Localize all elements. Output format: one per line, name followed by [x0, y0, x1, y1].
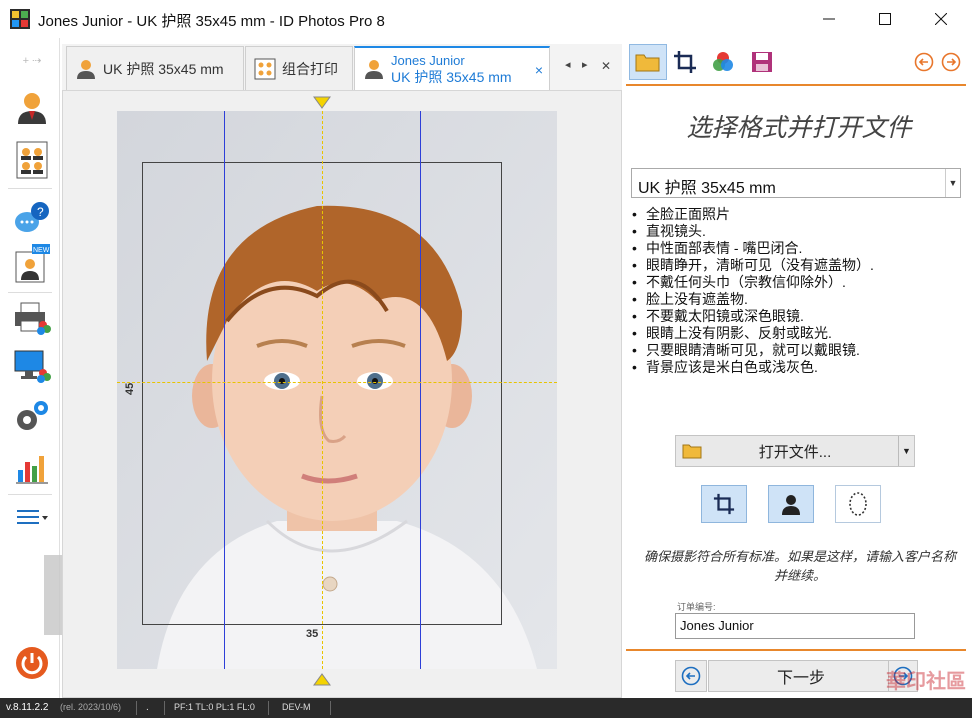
color-icon[interactable]: [704, 44, 742, 80]
svg-text:?: ?: [37, 205, 44, 219]
window-title: Jones Junior - UK 护照 35x45 mm - ID Photo…: [38, 13, 385, 30]
top-handle-icon[interactable]: [313, 95, 331, 109]
minimize-icon: [823, 18, 835, 20]
folder-icon: [682, 444, 702, 459]
svg-text:NEW: NEW: [33, 247, 50, 254]
order-number-label: 订单编号:: [677, 602, 716, 612]
minimize-button[interactable]: [806, 0, 852, 38]
requirement-item: 直视镜头.: [632, 223, 962, 240]
close-button[interactable]: [918, 0, 964, 38]
requirement-item: 眼睛睁开，清晰可见（没有遮盖物）.: [632, 257, 962, 274]
add-tab-icon[interactable]: + ⇢: [10, 48, 54, 72]
center-line-guide[interactable]: [322, 111, 323, 669]
requirement-item: 不要戴太阳镜或深色眼镜.: [632, 308, 962, 325]
open-file-dropdown-icon[interactable]: ▼: [898, 436, 914, 466]
tab-label-line1: Jones Junior: [391, 53, 465, 68]
maximize-button[interactable]: [862, 0, 908, 38]
bottom-handle-icon[interactable]: [313, 673, 331, 687]
printer-icon[interactable]: [10, 298, 54, 338]
height-dimension-label: 45: [124, 382, 136, 395]
order-number-input[interactable]: Jones Junior: [675, 613, 915, 639]
group-print-icon: [254, 58, 276, 79]
version-text: v.8.11.2.2: [6, 702, 49, 713]
folder-open-icon[interactable]: [629, 44, 667, 80]
requirement-item: 中性面部表情 - 嘴巴闭合.: [632, 240, 962, 257]
monitor-icon[interactable]: [10, 346, 54, 386]
tab-next-icon[interactable]: ▸: [582, 58, 588, 71]
divider: [626, 649, 966, 651]
requirement-item: 眼睛上没有阴影、反射或眩光.: [632, 325, 962, 342]
close-icon: [935, 13, 947, 25]
tab-label: UK 护照 35x45 mm: [103, 60, 224, 77]
crop-mode-icon: [713, 493, 735, 515]
next-step-label: 下一步: [776, 670, 825, 687]
settings-gears-icon[interactable]: [10, 396, 54, 436]
silhouette-mode-icon: [782, 495, 800, 515]
tab-uk-passport[interactable]: UK 护照 35x45 mm: [66, 46, 244, 90]
tab-label-line2: UK 护照 35x45 mm: [391, 69, 512, 85]
requirements-list: 全脸正面照片 直视镜头. 中性面部表情 - 嘴巴闭合. 眼睛睁开，清晰可见（没有…: [632, 206, 962, 376]
person-icon[interactable]: [10, 88, 54, 128]
back-circle-icon: [681, 666, 701, 686]
divider: [626, 84, 966, 86]
new-photo-icon[interactable]: NEW: [10, 244, 54, 284]
status-bar: v.8.11.2.2 (rel. 2023/10/6) . PF:1 TL:0 …: [0, 698, 972, 718]
next-step-button[interactable]: 下一步: [708, 660, 894, 692]
guide-line-left[interactable]: [224, 111, 225, 669]
status-dot: .: [146, 702, 149, 713]
eye-line-guide[interactable]: [117, 382, 557, 383]
tab-prev-icon[interactable]: ◂: [565, 58, 571, 71]
tab-bar: UK 护照 35x45 mm 组合打印 Jones Junior UK 护照 3…: [62, 44, 622, 90]
requirement-item: 全脸正面照片: [632, 206, 962, 223]
person-icon: [77, 59, 95, 79]
requirement-item: 只要眼睛清晰可见，就可以戴眼镜.: [632, 342, 962, 359]
maximize-icon: [879, 13, 891, 25]
instruction-note: 确保摄影符合所有标准。如果是这样，请输入客户名称并继续。: [643, 550, 956, 584]
format-select-value: UK 护照 35x45 mm: [638, 180, 776, 197]
chevron-down-icon: ▼: [945, 169, 960, 197]
menu-icon[interactable]: [10, 498, 54, 538]
help-chat-icon[interactable]: ?: [10, 198, 54, 238]
app-window: Jones Junior - UK 护照 35x45 mm - ID Photo…: [0, 0, 972, 718]
width-dimension-label: 35: [306, 628, 319, 640]
power-icon[interactable]: [10, 643, 54, 683]
crop-icon[interactable]: [666, 44, 704, 80]
forward-circle-icon[interactable]: [939, 44, 963, 80]
back-circle-icon[interactable]: [912, 44, 936, 80]
silhouette-mode-button[interactable]: [768, 485, 814, 523]
tab-label: 组合打印: [282, 60, 338, 77]
requirement-item: 背景应该是米白色或浅灰色.: [632, 359, 962, 376]
tab-close-all-icon[interactable]: ✕: [601, 59, 611, 73]
open-file-button[interactable]: 打开文件... ▼: [675, 435, 915, 467]
oval-mode-icon: [849, 492, 867, 516]
person-icon: [365, 60, 383, 79]
tab-close-icon[interactable]: ×: [535, 62, 543, 78]
requirement-item: 不戴任何头巾（宗教信仰除外）.: [632, 274, 962, 291]
watermark-text: 華印社區: [886, 671, 966, 693]
chart-icon[interactable]: [10, 448, 54, 488]
release-text: (rel. 2023/10/6): [60, 702, 122, 712]
right-panel: 选择格式并打开文件 UK 护照 35x45 mm ▼ 全脸正面照片 直视镜头. …: [626, 38, 972, 698]
format-select[interactable]: UK 护照 35x45 mm ▼: [631, 168, 961, 198]
open-file-label: 打开文件...: [758, 443, 832, 461]
mode-text: DEV-M: [282, 702, 311, 712]
app-logo-icon: [10, 9, 30, 29]
tab-label: Jones Junior UK 护照 35x45 mm: [391, 53, 512, 85]
flags-text: PF:1 TL:0 PL:1 FL:0: [174, 702, 255, 712]
group-print-icon[interactable]: [10, 140, 54, 180]
guide-line-right[interactable]: [420, 111, 421, 669]
panel-heading: 选择格式并打开文件: [686, 113, 912, 142]
tab-group-print[interactable]: 组合打印: [245, 46, 353, 90]
save-icon[interactable]: [743, 44, 781, 80]
oval-mode-button[interactable]: [835, 485, 881, 523]
crop-mode-button[interactable]: [701, 485, 747, 523]
back-button[interactable]: [675, 660, 707, 692]
title-bar: Jones Junior - UK 护照 35x45 mm - ID Photo…: [0, 0, 972, 38]
tab-jones-junior[interactable]: Jones Junior UK 护照 35x45 mm ×: [354, 46, 550, 90]
requirement-item: 脸上没有遮盖物.: [632, 291, 962, 308]
